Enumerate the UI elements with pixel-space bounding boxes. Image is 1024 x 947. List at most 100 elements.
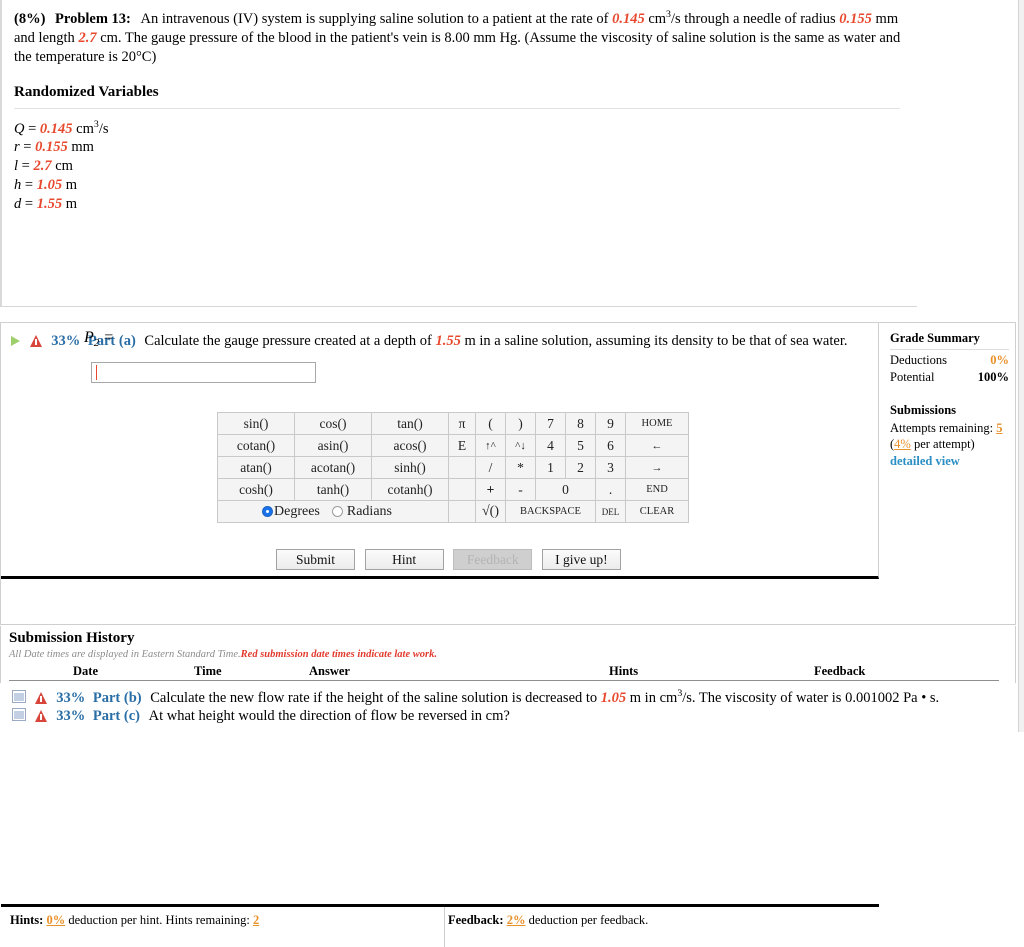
key-tan[interactable]: tan() [371, 412, 449, 435]
problem-label: Problem 13: [55, 10, 131, 27]
key-power-up[interactable]: ↑^ [475, 434, 506, 457]
submission-history-note-1: All Date times are displayed in Eastern … [9, 649, 241, 660]
feedback-cell: Feedback: 2% deduction per feedback. [446, 907, 879, 947]
part-b-text-1: Calculate the new flow rate if the heigh… [150, 689, 598, 706]
key-0[interactable]: 0 [535, 478, 596, 501]
key-6[interactable]: 6 [595, 434, 626, 457]
variable-unit: mm [71, 139, 94, 156]
key-asin[interactable]: asin() [294, 434, 372, 457]
part-a-header[interactable]: 33% Part (a) Calculate the gauge pressur… [11, 333, 871, 350]
part-a-text-1: Calculate the gauge pressure created at … [144, 333, 432, 349]
hint-button[interactable]: Hint [364, 549, 444, 570]
key-decimal-point[interactable]: . [595, 478, 626, 501]
grade-summary-divider [890, 349, 1009, 350]
key-acos[interactable]: acos() [371, 434, 449, 457]
key-minus[interactable]: - [505, 478, 536, 501]
key-power-down[interactable]: ^↓ [505, 434, 536, 457]
column-hints: Hints [609, 664, 639, 678]
key-clear[interactable]: CLEAR [625, 500, 689, 523]
problem-text-2: cm [648, 10, 667, 27]
key-sin[interactable]: sin() [217, 412, 295, 435]
key-cotanh[interactable]: cotanh() [371, 478, 449, 501]
key-2[interactable]: 2 [565, 456, 596, 479]
hints-remaining-value: 2 [253, 913, 260, 927]
problem-length-value: 2.7 [78, 30, 97, 47]
collapsed-panel-icon[interactable] [12, 708, 26, 721]
part-b-label: Part (b) [92, 689, 142, 706]
feedback-button: Feedback [453, 549, 533, 570]
submissions-heading: Submissions [890, 403, 957, 417]
answer-input[interactable] [91, 362, 316, 383]
key-4[interactable]: 4 [535, 434, 566, 457]
key-divide[interactable]: / [475, 456, 506, 479]
key-pi[interactable]: π [448, 412, 476, 435]
key-home[interactable]: HOME [625, 412, 689, 435]
key-arrow-right[interactable]: → [625, 456, 689, 479]
hints-text: deduction per hint. Hints remaining: [68, 913, 250, 927]
detailed-view-link[interactable]: detailed view [890, 453, 1009, 469]
column-time: Time [194, 664, 222, 678]
key-e[interactable]: E [448, 434, 476, 457]
key-tanh[interactable]: tanh() [294, 478, 372, 501]
feedback-deduction-percent: 2% [506, 913, 526, 927]
key-3[interactable]: 3 [595, 456, 626, 479]
feedback-label: Feedback: [448, 913, 504, 927]
key-5[interactable]: 5 [565, 434, 596, 457]
window-right-edge [1018, 0, 1024, 732]
key-plus[interactable]: + [475, 478, 506, 501]
keypad-row: atan() acotan() sinh() / * 1 2 3 → [217, 456, 689, 479]
answer-variable-label: P2 = [84, 329, 114, 349]
variable-row: l = 2.7 cm [14, 158, 73, 175]
degrees-radio[interactable] [262, 506, 273, 517]
submission-history-title: Submission History [9, 630, 135, 646]
part-b-row[interactable]: 33% Part (b) Calculate the new flow rate… [0, 688, 1024, 709]
give-up-button[interactable]: I give up! [541, 549, 621, 570]
key-7[interactable]: 7 [535, 412, 566, 435]
hints-label: Hints: [10, 913, 44, 927]
key-acotan[interactable]: acotan() [294, 456, 372, 479]
collapsed-panel-icon[interactable] [12, 689, 26, 703]
key-arrow-left[interactable]: ← [625, 434, 689, 457]
potential-row: Potential 100% [890, 369, 1009, 386]
key-open-paren[interactable]: ( [475, 412, 506, 435]
part-a-percent: 33% [51, 333, 81, 349]
variable-value: 0.155 [35, 139, 68, 156]
submission-history-note: All Date times are displayed in Eastern … [9, 649, 1015, 660]
warning-triangle-icon [29, 335, 43, 347]
key-1[interactable]: 1 [535, 456, 566, 479]
key-cosh[interactable]: cosh() [217, 478, 295, 501]
key-sqrt[interactable]: √() [475, 500, 506, 523]
submission-history-panel: Submission History All Date times are di… [0, 626, 1016, 683]
submit-button[interactable]: Submit [276, 549, 355, 570]
hints-deduction-percent: 0% [46, 913, 66, 927]
part-b-height-value: 1.05 [600, 689, 627, 706]
key-9[interactable]: 9 [595, 412, 626, 435]
key-cos[interactable]: cos() [294, 412, 372, 435]
part-c-percent: 33% [56, 708, 86, 724]
radians-label: Radians [346, 504, 392, 519]
attempts-remaining-value: 5 [996, 421, 1003, 435]
key-end[interactable]: END [625, 478, 689, 501]
key-8[interactable]: 8 [565, 412, 596, 435]
angle-mode-selector[interactable]: Degrees Radians [217, 500, 449, 523]
variable-symbol: Q [14, 120, 25, 137]
attempts-label: Attempts remaining: [890, 421, 994, 435]
problem-text-3: /s through a needle of radius [670, 10, 836, 27]
problem-panel: (8%) Problem 13: An intravenous (IV) sys… [0, 0, 917, 307]
key-del[interactable]: DEL [595, 500, 626, 523]
deductions-label: Deductions [890, 353, 947, 367]
calculator-keypad[interactable]: sin() cos() tan() π ( ) 7 8 9 HOME cotan… [217, 412, 689, 523]
variable-row: Q = 0.145 cm3/s [14, 118, 109, 137]
key-atan[interactable]: atan() [217, 456, 295, 479]
part-c-row[interactable]: 33% Part (c) At what height would the di… [0, 708, 1024, 729]
expand-triangle-icon[interactable] [11, 336, 20, 346]
radians-radio[interactable] [331, 506, 343, 517]
key-backspace[interactable]: BACKSPACE [505, 500, 596, 523]
key-sinh[interactable]: sinh() [371, 456, 449, 479]
key-close-paren[interactable]: ) [505, 412, 536, 435]
key-cotan[interactable]: cotan() [217, 434, 295, 457]
text-cursor [96, 365, 97, 380]
key-multiply[interactable]: * [505, 456, 536, 479]
variable-value: 0.145 [39, 120, 73, 137]
part-a-depth-value: 1.55 [435, 333, 461, 349]
